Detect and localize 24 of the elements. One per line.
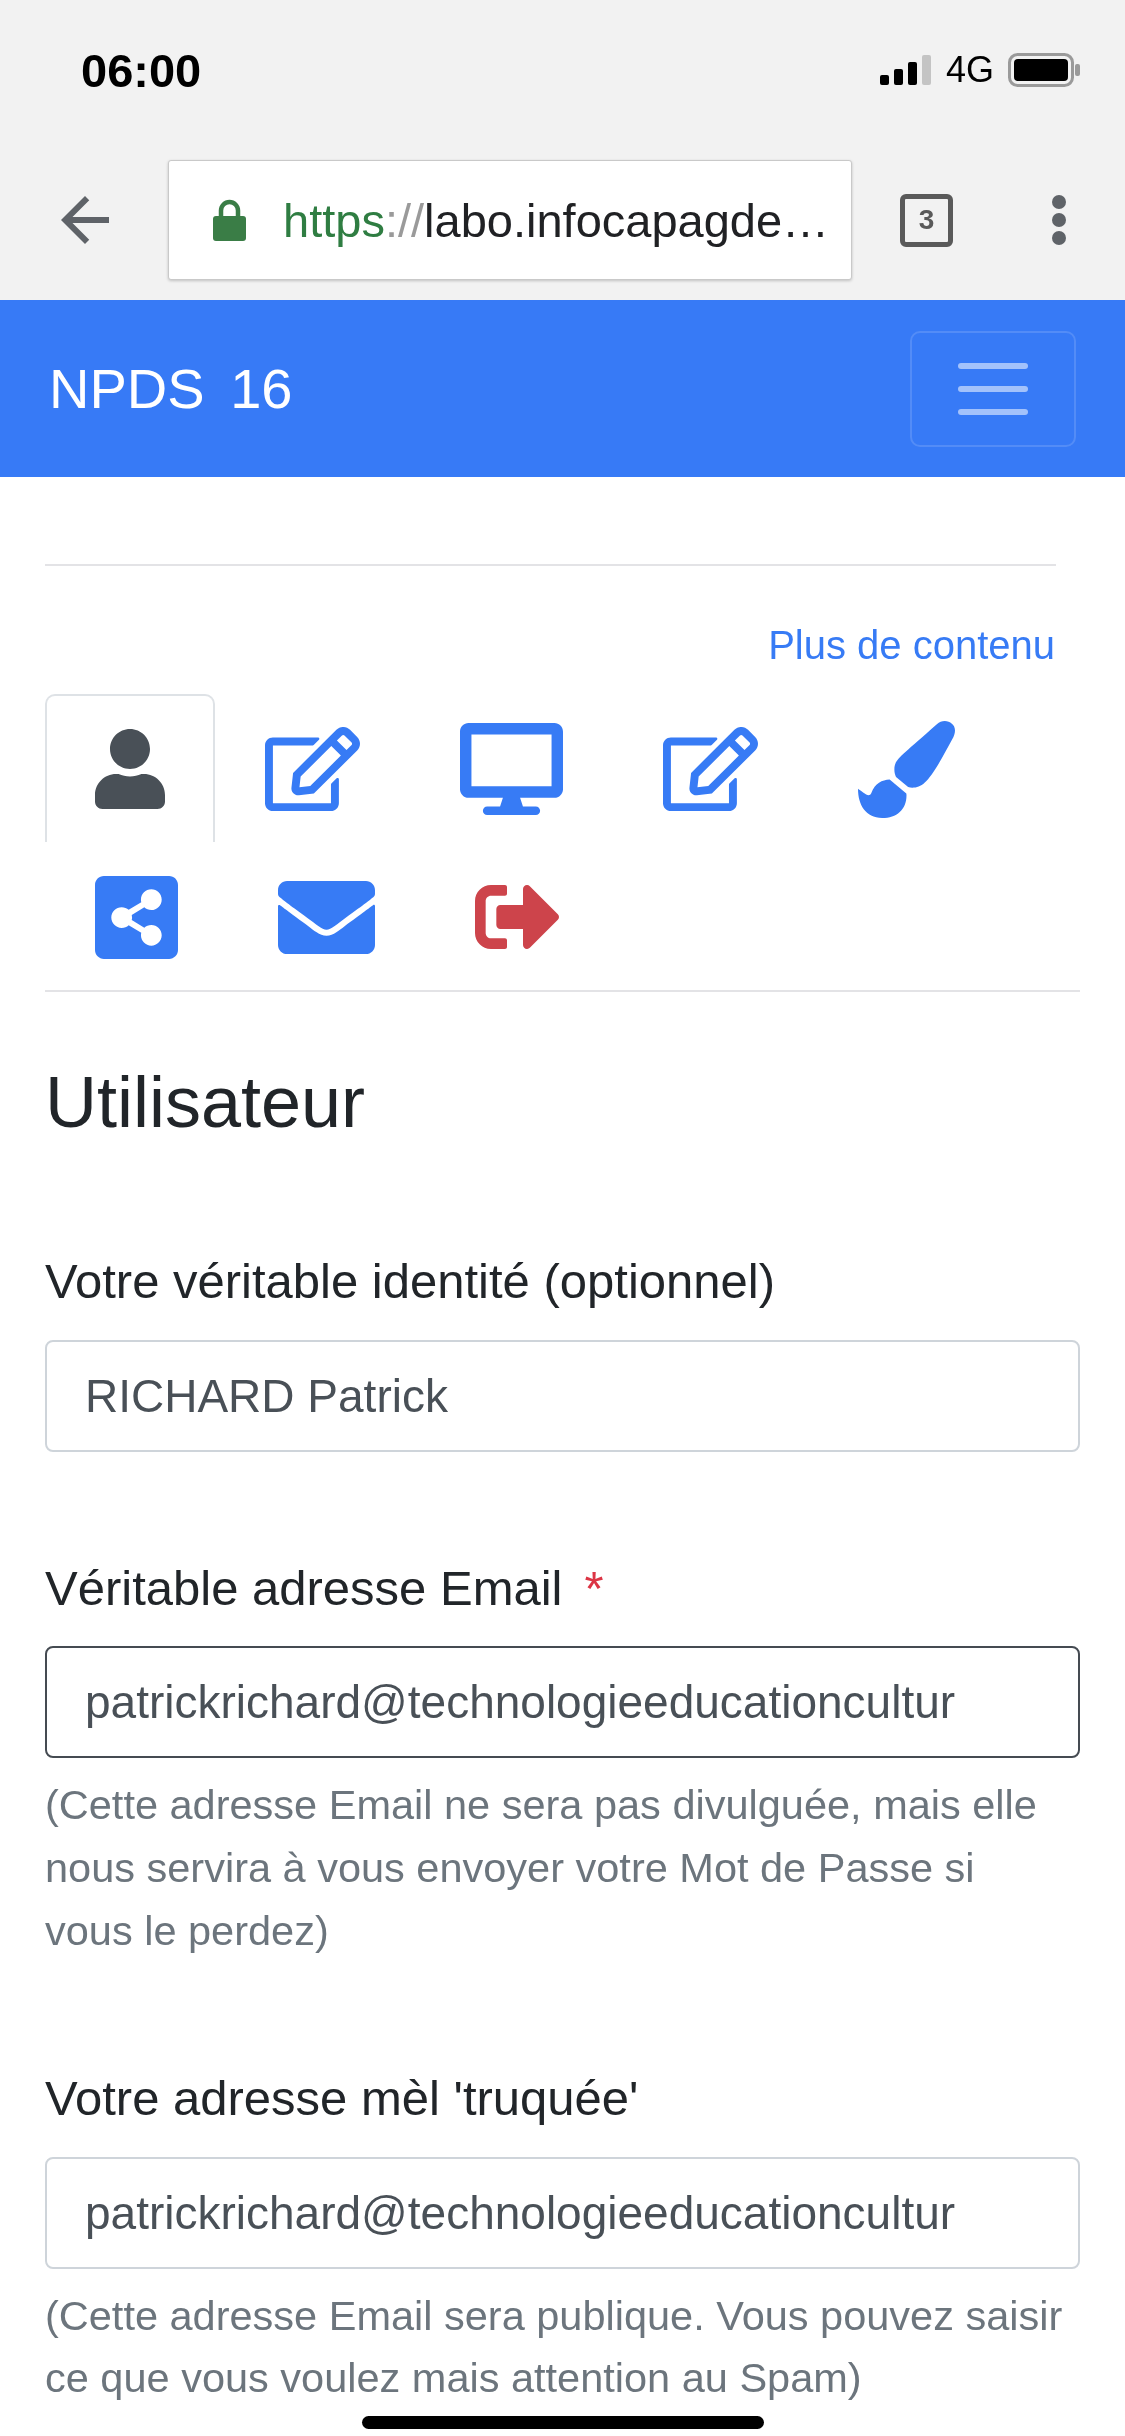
tab-count-button[interactable]: 3 bbox=[900, 193, 953, 247]
menu-button[interactable] bbox=[910, 330, 1076, 447]
input-field[interactable]: RICHARD Patrick bbox=[45, 1339, 1080, 1452]
address-bar[interactable]: https://labo.infocapagde… bbox=[168, 160, 852, 280]
more-content-link[interactable]: Plus de contenu bbox=[768, 621, 1055, 669]
more-menu-icon[interactable] bbox=[1051, 195, 1067, 245]
nav-tab[interactable] bbox=[45, 694, 215, 842]
help-text: (Cette adresse Email sera publique. Vous pouvez saisir ce que vous voulez mais attention au Spam) bbox=[45, 2290, 1064, 2404]
back-arrow-icon[interactable] bbox=[61, 196, 109, 244]
section-title: Utilisateur bbox=[45, 1061, 367, 1144]
site-brand[interactable]: NPDS 16 bbox=[49, 354, 293, 423]
clock-time: 06:00 bbox=[81, 46, 202, 94]
input-field[interactable]: patrickrichard@technologieeducationcultur bbox=[45, 2156, 1080, 2269]
required-mark: * bbox=[584, 1559, 604, 1617]
field-label: Votre adresse mèl 'truquée' bbox=[45, 2070, 639, 2128]
lock-icon bbox=[213, 199, 246, 241]
battery-icon bbox=[1008, 53, 1080, 87]
menu-icon bbox=[958, 362, 1028, 415]
signal-icon bbox=[879, 55, 932, 85]
help-text: (Cette adresse Email ne sera pas divulguée, mais elle nous servira à vous envoyer votre Mot de Passe si vous le perdez) bbox=[45, 1780, 1038, 1956]
field-label: Véritable adresse Email bbox=[45, 1559, 563, 1617]
network-type: 4G bbox=[945, 52, 994, 88]
input-field[interactable]: patrickrichard@technologieeducationcultur bbox=[45, 1646, 1080, 1759]
field-label: Votre véritable identité (optionnel) bbox=[45, 1253, 775, 1311]
